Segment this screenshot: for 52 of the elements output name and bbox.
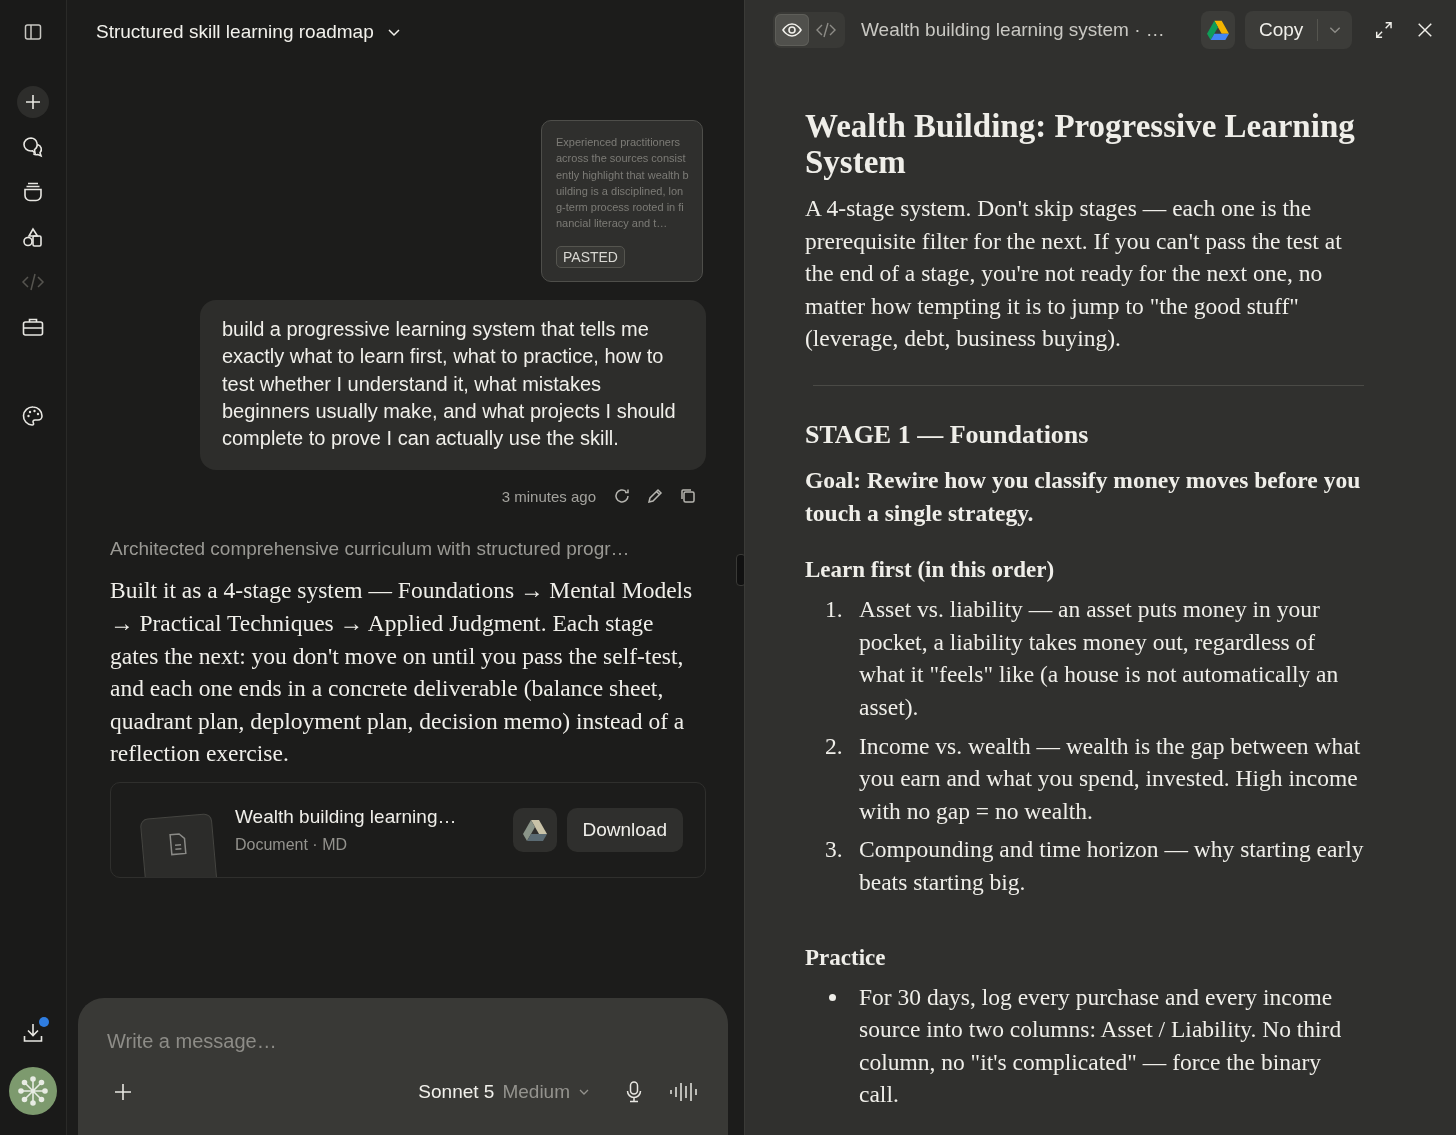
subheading: Learn first (in this order) (805, 557, 1056, 584)
file-card[interactable]: Wealth building learning… Document · MD Download (110, 782, 706, 879)
thinking-summary[interactable]: Architected comprehensive curriculum with structured progr… (110, 538, 706, 561)
preview-toggle[interactable] (775, 14, 809, 46)
section-heading: STAGE 1 — Foundations (805, 419, 1090, 450)
user-message: build a progressive learning system that tells me exactly what to learn first, what to practice, how to test whether I understand it, what mistakes beginners usually make, and what projects I should complete to prove I can actually use the skill. (200, 300, 706, 471)
save-to-drive-button[interactable] (1200, 11, 1235, 49)
stack-icon (21, 180, 45, 204)
close-icon[interactable] (1416, 20, 1434, 40)
artifact-title: Wealth building learning system · … (861, 19, 1165, 41)
list-number: 2. (824, 731, 844, 761)
pasted-label: PASTED (556, 246, 625, 268)
file-type: Document · MD (235, 836, 349, 855)
subheading: Practice (805, 944, 887, 971)
copy-split-button[interactable]: Copy (1244, 11, 1353, 49)
sound-wave-icon (669, 1081, 699, 1103)
message-input[interactable]: Write a message… (107, 1026, 700, 1056)
list-item: Compounding and time horizon — why starting early beats starting big. (859, 835, 1364, 897)
file-name: Wealth building learning… (235, 806, 458, 829)
resize-handle[interactable] (736, 554, 744, 586)
list-item: Asset vs. liability — an asset puts money in your pocket, a liability takes money out, regardless of what it "feels" like (a house is not automatically an asset). (859, 595, 1340, 722)
copy-button[interactable]: Copy (1244, 19, 1319, 41)
sidebar-icon (23, 22, 43, 42)
conversation-title[interactable]: Structured skill learning roadmap (96, 21, 402, 43)
list-item: For 30 days, log every purchase and every income source into two columns: Asset / Liability. No third column, no "it's complicated" — force the binary call. (859, 982, 1343, 1110)
profile-avatar[interactable] (9, 1067, 57, 1115)
pasted-text: Experienced practitioners across the sources consistently highlight that wealth building is a disciplined, long-term process rooted in financial literacy and t… (556, 135, 689, 232)
save-to-drive-button[interactable] (512, 808, 557, 853)
paragraph: A 4-stage system. Don't skip stages — each one is the prerequisite filter for the next. If you can't pass the test at the end of a stage, you're not ready for the next one, no matter how tempting it is to jump to "the good stuff" (leverage, debt, business buying). (805, 194, 1343, 354)
list-number: 3. (824, 835, 844, 865)
plus-icon (113, 1082, 133, 1102)
sidebar-new-button[interactable] (17, 86, 49, 118)
model-selector[interactable]: Sonnet 5 Medium (418, 1081, 590, 1103)
goal-statement: Goal: Rewire how you classify money moves before you touch a single strategy. (805, 465, 1362, 528)
download-icon (21, 1021, 45, 1045)
triangle-icon (521, 818, 548, 843)
plus-icon (23, 92, 43, 112)
palette-icon (21, 404, 45, 428)
list-number: 1. (824, 595, 844, 625)
asterisk-icon (15, 1073, 51, 1109)
chat-bubbles-icon (21, 135, 45, 159)
bullet-icon (828, 993, 836, 1001)
document-title: Wealth Building: Progressive Learning System (805, 108, 1356, 180)
shapes-icon (21, 225, 45, 249)
message-time: 3 minutes ago (501, 488, 596, 505)
triangle-icon (1205, 19, 1230, 41)
download-button[interactable]: Download (566, 808, 683, 853)
pasted-attachment[interactable]: Experienced practitioners across the sources consistently highlight that wealth building is a disciplined, long-term process rooted in financial literacy and t… PASTED (541, 120, 703, 282)
list-item: Income vs. wealth — wealth is the gap between what you earn and what you spend, invested. High income with no gap = no wealth. (859, 731, 1362, 826)
microphone-icon (624, 1080, 644, 1104)
assistant-reply: Built it as a 4-stage system — Foundations → Mental Models → Practical Techniques → Applied Judgment. Each stage gates the next: you don't move on until you pass the self-test, and each one ends in a concrete deliverable (balance sheet, quadrant plan, deployment plan, decision memo) instead of a reflection exercise. (110, 576, 694, 769)
expand-icon[interactable] (1374, 19, 1395, 41)
